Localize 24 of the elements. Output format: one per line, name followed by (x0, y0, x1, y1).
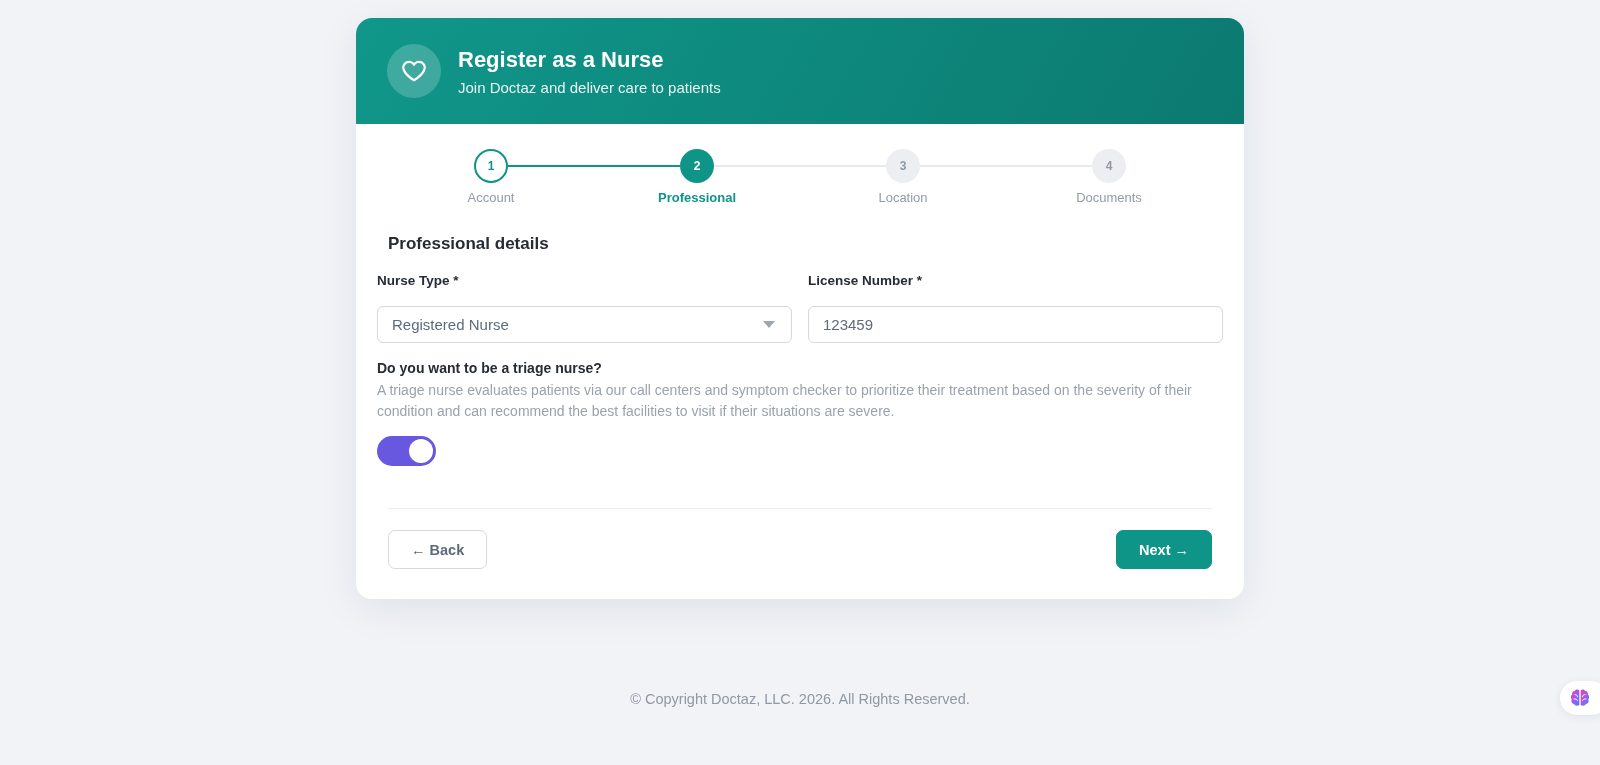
step-label: Location (878, 190, 928, 205)
step-label: Documents (1076, 190, 1142, 205)
step-label: Professional (658, 190, 736, 205)
back-button[interactable]: ← Back (388, 530, 488, 569)
step-number: 1 (474, 149, 508, 183)
caret-icon (763, 321, 775, 328)
brain-icon (1570, 689, 1590, 707)
toggle-switch[interactable] (377, 436, 436, 466)
next-button[interactable]: Next → (1116, 530, 1212, 569)
floating-button[interactable] (1560, 681, 1600, 715)
section-title: Professional details (388, 233, 550, 255)
step-label: Account (467, 190, 515, 205)
field-label: License Number * (808, 272, 924, 290)
copyright-text: © Copyright Doctaz, LLC. 2026. All Rights Reserved. (630, 690, 970, 709)
description-text: A triage nurse evaluates patients via our call centers and symptom checker to prioritize their treatment based on the severity of their condition and can recommend the best facilities to visit if their situations are severe. (377, 381, 1193, 421)
page-subtitle: Join Doctaz and deliver care to patients (458, 77, 721, 97)
select-field[interactable]: Registered Nurse (377, 306, 792, 343)
field-label: Nurse Type * (377, 272, 460, 290)
question-label: Do you want to be a triage nurse? (377, 359, 603, 377)
page-title: Register as a Nurse (458, 45, 665, 74)
step-number: 2 (680, 149, 714, 183)
step-number: 4 (1092, 149, 1126, 183)
step-number: 3 (886, 149, 920, 183)
input-field[interactable]: 123459 (808, 306, 1223, 343)
